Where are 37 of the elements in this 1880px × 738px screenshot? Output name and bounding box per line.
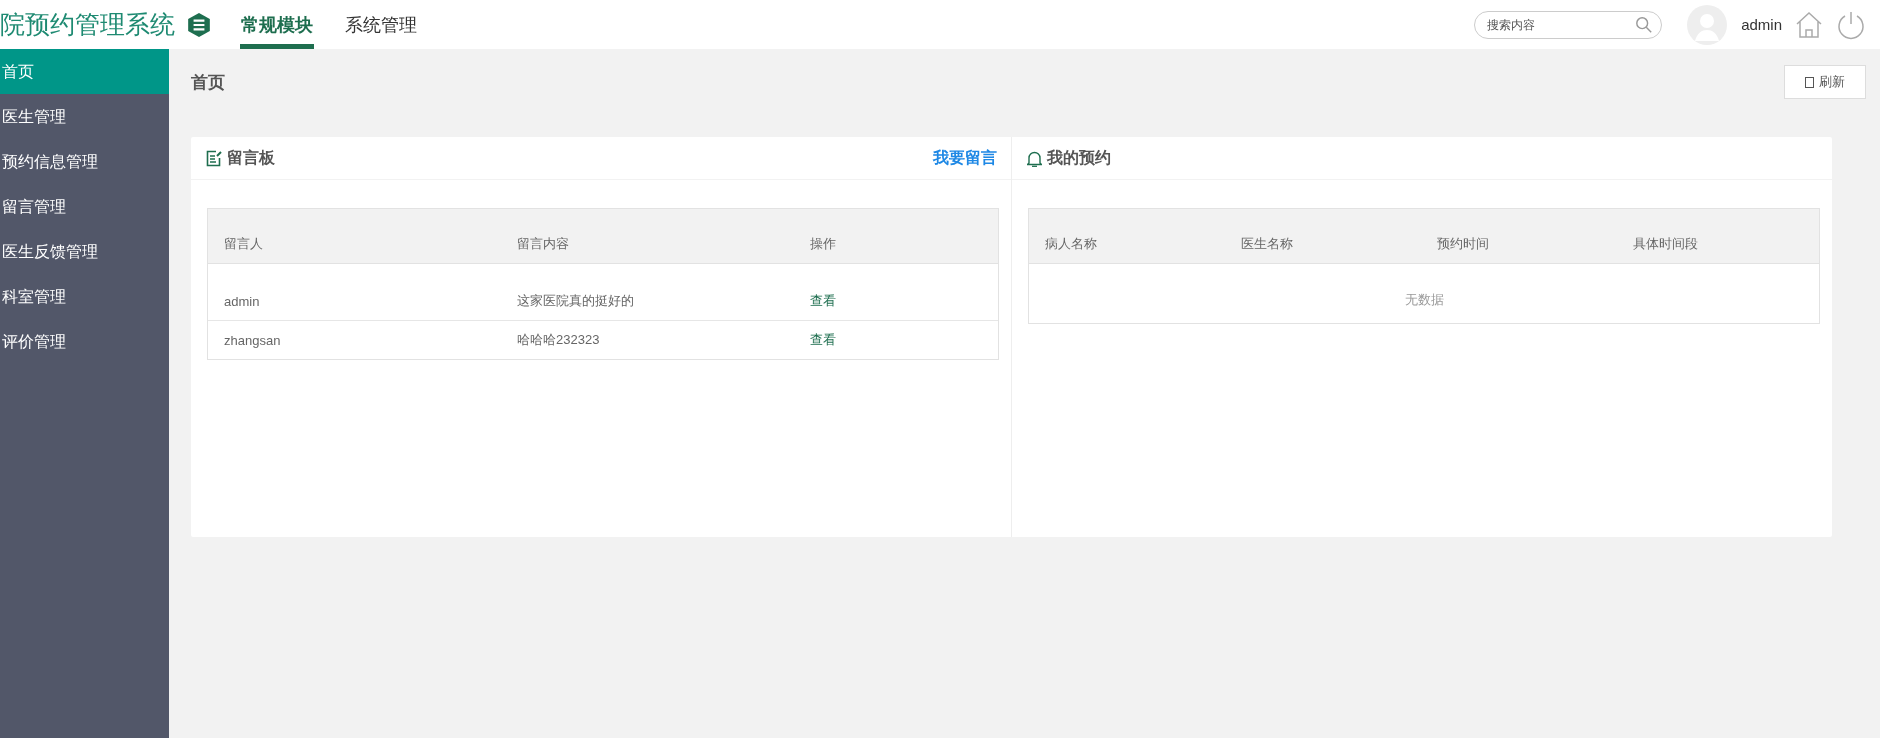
table-cell-text: 哈哈哈232323 xyxy=(517,331,601,349)
page-title: 首页 xyxy=(191,71,225,94)
module-tab[interactable]: 系统管理 xyxy=(344,0,418,49)
sidebar-item[interactable]: 留言管理 xyxy=(0,184,169,229)
column-header: 病人名称 xyxy=(1045,235,1098,253)
bell-icon xyxy=(1027,149,1042,167)
search-field[interactable]: 搜索内容 xyxy=(1474,10,1663,39)
app-title: 院预约管理系统 xyxy=(0,9,176,40)
column-header: 操作 xyxy=(810,235,837,253)
panel-title: 我的预约 xyxy=(1047,147,1111,168)
table-cell-text: 这家医院真的挺好的 xyxy=(517,292,635,310)
note-icon xyxy=(206,149,222,167)
sidebar-item[interactable]: 预约信息管理 xyxy=(0,139,169,184)
column-header: 具体时间段 xyxy=(1633,235,1699,253)
search-icon[interactable] xyxy=(1635,15,1654,34)
view-link[interactable]: 查看 xyxy=(810,292,998,310)
table-cell-text: admin xyxy=(224,293,261,309)
sidebar-item[interactable]: 医生反馈管理 xyxy=(0,229,169,274)
refresh-button[interactable]: 刷新 xyxy=(1784,65,1866,99)
table-cell-text: zhangsan xyxy=(224,332,282,348)
menu-icon[interactable] xyxy=(186,11,212,38)
column-header: 留言内容 xyxy=(517,235,570,253)
column-header: 预约时间 xyxy=(1437,235,1490,253)
home-icon[interactable] xyxy=(1794,9,1824,40)
column-header: 留言人 xyxy=(224,235,264,253)
view-link[interactable]: 查看 xyxy=(810,331,998,349)
column-header: 医生名称 xyxy=(1241,235,1294,253)
panel-title: 留言板 xyxy=(227,147,275,168)
sidebar-item[interactable]: 首页 xyxy=(0,49,169,94)
empty-message: 无数据 xyxy=(1404,290,1444,309)
sidebar-item[interactable]: 科室管理 xyxy=(0,274,169,319)
module-tab[interactable]: 常规模块 xyxy=(240,0,314,49)
sidebar-item[interactable]: 评价管理 xyxy=(0,319,169,364)
sidebar-item[interactable]: 医生管理 xyxy=(0,94,169,139)
power-icon[interactable] xyxy=(1836,9,1866,40)
leave-message-link[interactable]: 我要留言 xyxy=(933,147,997,169)
username[interactable]: admin xyxy=(1741,16,1782,33)
